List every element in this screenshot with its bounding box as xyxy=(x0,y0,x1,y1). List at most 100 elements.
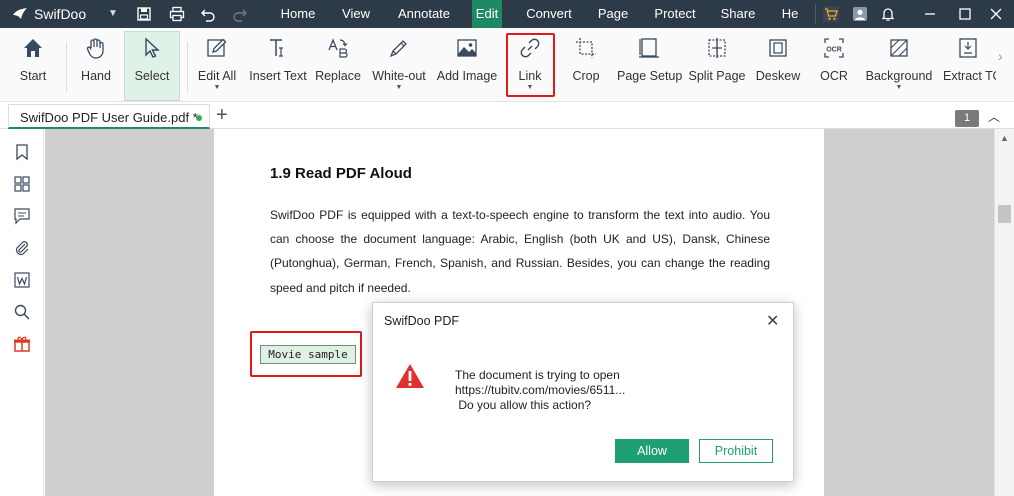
warning-icon xyxy=(396,364,424,388)
dialog-message: The document is trying to open https://t… xyxy=(455,368,625,413)
vertical-scrollbar[interactable]: ▲ xyxy=(994,129,1014,496)
prohibit-button[interactable]: Prohibit xyxy=(699,439,773,463)
split-page-label: Split Page xyxy=(688,69,746,83)
page-setup-icon xyxy=(639,38,659,58)
app-menu-dropdown-icon[interactable]: ▼ xyxy=(108,4,118,24)
replace-icon xyxy=(328,38,348,58)
insert-text-label: Insert Text xyxy=(249,69,307,83)
select-label: Select xyxy=(134,69,170,83)
white-out-label: White-out xyxy=(372,69,426,83)
bookmark-icon[interactable] xyxy=(12,142,32,162)
menu-convert[interactable]: Convert xyxy=(520,0,578,28)
chevron-right-icon[interactable]: › xyxy=(998,48,1003,64)
chevron-down-icon: ▼ xyxy=(213,84,221,91)
menu-protect[interactable]: Protect xyxy=(648,0,702,28)
link-highlight-box xyxy=(506,33,555,97)
bird-logo-icon xyxy=(13,8,27,19)
edit-icon xyxy=(207,38,227,57)
ocr-button[interactable]: OCR OCR xyxy=(814,32,854,100)
dialog-close-icon[interactable]: ✕ xyxy=(766,314,779,330)
image-icon xyxy=(457,39,477,57)
user-icon[interactable] xyxy=(850,4,870,24)
menu-view[interactable]: View xyxy=(333,0,379,28)
page-setup-label: Page Setup xyxy=(617,69,683,83)
dialog-title: SwifDoo PDF xyxy=(384,314,460,328)
start-button[interactable]: Start xyxy=(8,32,58,100)
close-icon[interactable] xyxy=(986,4,1006,24)
chevron-up-icon[interactable]: ︿ xyxy=(988,108,1000,125)
menu-share[interactable]: Share xyxy=(716,0,760,28)
deskew-button[interactable]: Deskew xyxy=(754,32,802,100)
cursor-icon xyxy=(145,37,160,58)
maximize-icon[interactable] xyxy=(955,4,975,24)
menu-edit[interactable]: Edit xyxy=(472,0,502,28)
app-name: SwifDoo xyxy=(34,6,87,22)
menu-page[interactable]: Page xyxy=(592,0,634,28)
add-tab-button[interactable]: + xyxy=(216,104,228,126)
search-icon[interactable] xyxy=(12,302,32,322)
menu-help[interactable]: He xyxy=(776,0,804,28)
scroll-thumb[interactable] xyxy=(998,205,1011,223)
extract-icon xyxy=(959,38,977,58)
background-button[interactable]: Background ▼ xyxy=(864,32,934,100)
word-icon[interactable] xyxy=(12,270,32,290)
hand-button[interactable]: Hand xyxy=(73,32,119,100)
dialog-message-line: The document is trying to open xyxy=(455,368,620,382)
unsaved-dot-icon xyxy=(196,115,202,121)
dialog-question: Do you allow this action? xyxy=(455,398,592,412)
body-paragraph: SwifDoo PDF is equipped with a text-to-s… xyxy=(270,208,770,295)
menu-divider xyxy=(815,4,816,24)
replace-button[interactable]: Replace xyxy=(313,32,363,100)
crop-icon xyxy=(576,38,596,58)
comments-icon[interactable] xyxy=(12,206,32,226)
insert-text-button[interactable]: Insert Text xyxy=(248,32,308,100)
left-sidebar xyxy=(0,129,44,496)
redo-icon[interactable] xyxy=(229,3,251,25)
allow-button[interactable]: Allow xyxy=(615,439,689,463)
save-icon[interactable] xyxy=(133,3,155,25)
home-icon xyxy=(24,39,42,57)
edit-all-label: Edit All xyxy=(197,69,237,83)
extract-button[interactable]: Extract TO xyxy=(940,32,996,100)
white-out-button[interactable]: White-out ▼ xyxy=(368,32,430,100)
insert-text-icon xyxy=(270,39,283,57)
deskew-icon xyxy=(769,39,787,57)
scroll-up-icon[interactable]: ▲ xyxy=(1000,133,1009,143)
thumbnails-icon[interactable] xyxy=(12,174,32,194)
gift-icon[interactable] xyxy=(12,334,32,354)
page-setup-button[interactable]: Page Setup xyxy=(617,32,683,100)
cart-icon[interactable] xyxy=(821,4,841,24)
ribbon-divider xyxy=(66,42,67,92)
attachment-icon[interactable] xyxy=(12,238,32,258)
chevron-down-icon: ▼ xyxy=(895,84,903,91)
document-tab-strip: SwifDoo PDF User Guide.pdf * + 1 ︿ xyxy=(0,102,1014,129)
add-image-button[interactable]: Add Image xyxy=(435,32,499,100)
select-button[interactable]: Select xyxy=(124,31,180,101)
start-label: Start xyxy=(19,69,47,83)
chevron-down-icon: ▼ xyxy=(395,84,403,91)
eraser-icon xyxy=(389,40,407,58)
edit-all-button[interactable]: Edit All ▼ xyxy=(193,32,241,100)
minimize-icon[interactable] xyxy=(920,4,940,24)
document-tab-label: SwifDoo PDF User Guide.pdf * xyxy=(20,110,198,125)
menu-home[interactable]: Home xyxy=(270,0,326,28)
document-tab[interactable]: SwifDoo PDF User Guide.pdf * xyxy=(8,104,210,129)
section-heading: 1.9 Read PDF Aloud xyxy=(270,165,412,182)
bell-icon[interactable] xyxy=(878,4,898,24)
print-icon[interactable] xyxy=(166,3,188,25)
title-bar: SwifDoo ▼ Home View Annotate Edit Conver… xyxy=(0,0,1014,28)
background-icon xyxy=(890,39,908,57)
svg-text:OCR: OCR xyxy=(826,47,842,54)
page-number-badge: 1 xyxy=(955,110,979,127)
crop-button[interactable]: Crop xyxy=(566,32,606,100)
open-link-dialog: SwifDoo PDF ✕ The document is trying to … xyxy=(372,302,794,482)
crop-label: Crop xyxy=(572,69,600,83)
undo-icon[interactable] xyxy=(197,3,219,25)
ocr-icon: OCR xyxy=(824,38,844,58)
menu-annotate[interactable]: Annotate xyxy=(392,0,456,28)
dialog-url: https://tubitv.com/movies/6511... xyxy=(455,383,626,397)
ocr-label: OCR xyxy=(820,69,848,83)
hand-label: Hand xyxy=(81,69,111,83)
split-page-button[interactable]: Split Page xyxy=(688,32,746,100)
replace-label: Replace xyxy=(315,69,361,83)
